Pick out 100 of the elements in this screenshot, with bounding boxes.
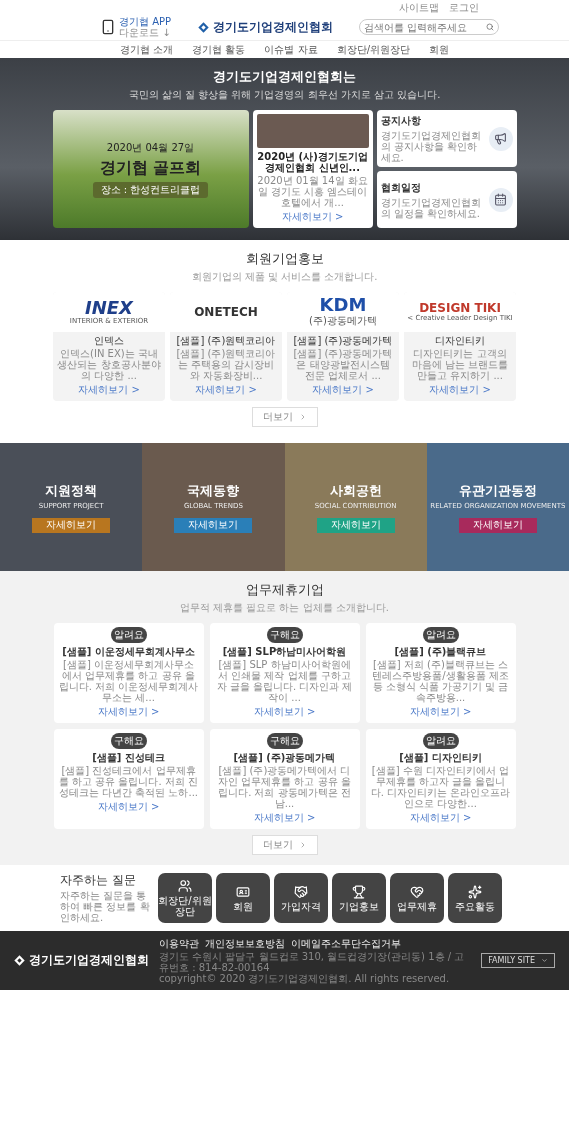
partner-title: [샘플] SLP하남미사어학원 (222, 646, 347, 657)
partner-title: [샘플] (주)블랙큐브 (394, 646, 487, 657)
banner-title: 경기협 골프회 (99, 157, 202, 179)
id-card-icon (236, 884, 250, 899)
category-badge: 구해요 (110, 733, 147, 749)
more-link[interactable]: 자세히보기 > (409, 705, 472, 719)
member-name: 인덱스 (93, 335, 125, 346)
member-card[interactable]: ONETECH [샘플] (주)원텍코리아 [샘플] (주)원텍코리아는 주택용의 감시장비와 자동화장비... 자세히보기 > (170, 292, 282, 401)
member-name: 디자인티키 (434, 335, 486, 346)
faq-tile[interactable]: 회원 (216, 873, 270, 923)
nav-item[interactable]: 회장단/위원장단 (336, 42, 411, 57)
detail-button[interactable]: 자세히보기 (174, 517, 253, 533)
quick-title: 협회일정 (380, 180, 422, 195)
partner-card[interactable]: 알려요 [샘플] 이운정세무회계사무소 [샘플] 이운정세무회계사무소에서 업무제휴를 하고 공유 올립니다. 저희 이운정세무회계사무소는 세... 자세히보기 > (53, 623, 204, 723)
more-link[interactable]: 자세히보기 > (429, 383, 491, 397)
member-name: [샘플] (주)원텍코리아 (175, 335, 277, 346)
footer-link[interactable]: 이용약관 (159, 937, 199, 951)
more-link[interactable]: 자세히보기 > (253, 705, 316, 719)
news-description: 2020년 01월 14일 화요일 경기도 시흥 엠스테이호텔에서 개... (256, 175, 369, 208)
more-button[interactable]: 더보기 (251, 835, 318, 855)
footer-link[interactable]: 개인정보보호방침 (205, 937, 285, 951)
category-badge: 구해요 (266, 733, 303, 749)
logo-mark-icon (14, 955, 25, 966)
hero-title: 경기도기업경제인협회는 (213, 68, 356, 86)
app-download[interactable]: 다운로드 ↓ (119, 27, 172, 38)
news-card[interactable]: 2020년 (사)경기도기업경제인협회 신년인... 2020년 01월 14일 화요일 경기도 시흥 엠스테이호텔에서 개... 자세히보기 > (252, 110, 373, 228)
partner-title: [샘플] (주)광동메가텍 (233, 752, 336, 763)
utility-link[interactable]: 로그인 (449, 2, 479, 14)
more-link[interactable]: 자세히보기 > (97, 800, 160, 814)
partner-description: [샘플] SLP 하남미사어학원에서 인쇄물 제작 업체를 구하고자 글을 올립니다. 디자인과 제작이 ... (215, 659, 354, 703)
quick-title: 공지사항 (380, 114, 422, 128)
partner-card[interactable]: 구해요 [샘플] 진성테크 [샘플] 진성테크에서 업무제휴를 하고 공유 올립니다. 저희 진성테크는 다년간 축적된 노하... 자세히보기 > (53, 729, 204, 829)
logo-mark-icon (197, 21, 209, 33)
faq-tile[interactable]: 기업홍보 (332, 873, 386, 923)
partner-title: [샘플] 진성테크 (92, 752, 165, 763)
quick-description: 경기도기업경제인협회의 일정을 확인하세요. (380, 196, 482, 219)
more-link[interactable]: 자세히보기 > (97, 705, 160, 719)
faq-tile[interactable]: 업무제휴 (390, 873, 444, 923)
event-banner[interactable]: 2020년 04월 27일 경기협 골프회 장소 : 한성컨트리클럽 (52, 110, 249, 228)
member-description: 디자인티키는 고객의 마음에 남는 브랜드를 만들고 유지하기 ... (410, 348, 510, 381)
partner-card[interactable]: 구해요 [샘플] SLP하남미사어학원 [샘플] SLP 하남미사어학원에서 인쇄물 제작 업체를 구하고자 글을 올립니다. 디자인과 제작이 ... 자세히보기 > (209, 623, 360, 723)
partner-card[interactable]: 알려요 [샘플] (주)블랙큐브 [샘플] 저희 (주)블랙큐브는 스텐레스주방용품/생활용품 제조 등 소형식 식품 가공기기 및 금속주방용... 자세히보기 > (365, 623, 516, 723)
company-logo: KDM (319, 296, 367, 314)
site-logo[interactable]: 경기도기업경제인협회 (212, 18, 333, 36)
detail-button[interactable]: 자세히보기 (458, 517, 537, 533)
news-title: 2020년 (사)경기도기업경제인협회 신년인... (256, 151, 369, 173)
partner-title: [샘플] 이운정세무회계사무소 (62, 646, 195, 657)
sparkles-icon (468, 884, 482, 899)
footer-link[interactable]: 이메일주소무단수집거부 (291, 937, 401, 951)
people-icon (178, 879, 192, 893)
quick-card[interactable]: 협회일정 경기도기업경제인협회의 일정을 확인하세요. (376, 171, 517, 228)
megaphone-icon (488, 126, 513, 151)
phone-icon (100, 19, 116, 35)
section-subtitle: 업무적 제휴를 필요로 하는 업체를 소개합니다. (179, 601, 390, 615)
more-link[interactable]: 자세히보기 > (409, 811, 472, 825)
category-title: 사회공헌 (329, 481, 382, 500)
member-name: [샘플] (주)광동메가텍 (292, 335, 394, 346)
heart-hands-icon (410, 884, 424, 899)
calendar-icon (488, 187, 513, 212)
logo-tagline: (주)광동메가텍 (309, 314, 377, 328)
more-link[interactable]: 자세히보기 > (281, 210, 344, 224)
more-link[interactable]: 자세히보기 > (78, 383, 140, 397)
utility-link[interactable]: 사이트맵 (399, 2, 439, 14)
detail-button[interactable]: 자세히보기 (32, 517, 111, 533)
partner-description: [샘플] 진성테크에서 업무제휴를 하고 공유 올립니다. 저희 진성테크는 다년간 축적된 노하... (58, 765, 199, 798)
company-logo: ONETECH (194, 306, 258, 318)
nav-item[interactable]: 경기협 활동 (192, 42, 246, 57)
faq-tile[interactable]: 가입자격 (274, 873, 328, 923)
partner-description: [샘플] 이운정세무회계사무소에서 업무제휴를 하고 공유 올립니다. 저희 이운정세무회계사무소는 세... (58, 659, 199, 703)
partner-card[interactable]: 알려요 [샘플] 디자인티키 [샘플] 수원 디자인티키에서 업무제휴를 하고자 글을 올립니다. 디자인티키는 온라인오프라인으로 다양한... 자세히보기 > (365, 729, 516, 829)
category-title: 지원정책 (45, 481, 98, 500)
app-title[interactable]: 경기협 APP (119, 16, 172, 27)
section-subtitle: 회원기업의 제품 및 서비스를 소개합니다. (191, 270, 378, 284)
search-icon[interactable] (486, 23, 494, 31)
more-link[interactable]: 자세히보기 > (195, 383, 257, 397)
faq-tile[interactable]: 주요활동 (448, 873, 502, 923)
nav-item[interactable]: 경기협 소개 (119, 42, 173, 57)
hero-subtitle: 국민의 삶의 질 향상을 위해 기업경영의 최우선 가치로 삼고 있습니다. (128, 88, 441, 102)
partner-card[interactable]: 구해요 [샘플] (주)광동메가텍 [샘플] (주)광동메가텍에서 디자인 업무제휴를 하고 공유 올립니다. 저희 광동메가텍은 전남... 자세히보기 > (209, 729, 360, 829)
faq-tile[interactable]: 회장단/위원장단 (158, 873, 212, 923)
nav-item[interactable]: 회원 (429, 42, 450, 57)
company-logo: INEX (85, 299, 133, 317)
faq-title: 자주하는 질문 (60, 873, 137, 888)
more-button[interactable]: 더보기 (251, 407, 318, 427)
handshake-icon (294, 884, 308, 899)
trophy-icon (352, 884, 366, 899)
quick-description: 경기도기업경제인협회의 공지사항을 확인하세요. (380, 130, 482, 163)
category-title: 국제동향 (187, 481, 240, 500)
member-card[interactable]: KDM (주)광동메가텍 [샘플] (주)광동메가텍 [샘플] (주)광동메가텍은 태양광발전시스템 전문 업체로서 ... 자세히보기 > (287, 292, 399, 401)
nav-item[interactable]: 이슈별 자료 (264, 42, 318, 57)
partner-description: [샘플] (주)광동메가텍에서 디자인 업무제휴를 하고 공유 올립니다. 저희 광동메가텍은 전남... (217, 765, 352, 809)
member-description: [샘플] (주)광동메가텍은 태양광발전시스템 전문 업체로서 ... (292, 348, 394, 381)
family-site-select[interactable]: FAMILY SITE (481, 953, 555, 968)
member-description: 인덱스(IN EX)는 국내 생산되는 창호공사분야의 다양한 ... (56, 348, 162, 381)
category-badge: 알려요 (422, 627, 459, 643)
more-link[interactable]: 자세히보기 > (312, 383, 374, 397)
partner-description: [샘플] 수원 디자인티키에서 업무제휴를 하고자 글을 올립니다. 디자인티키는 온라인오프라인으로 다양한... (370, 765, 511, 809)
more-link[interactable]: 자세히보기 > (253, 811, 316, 825)
quick-card[interactable]: 공지사항 경기도기업경제인협회의 공지사항을 확인하세요. (376, 110, 517, 167)
partner-description: [샘플] 저희 (주)블랙큐브는 스텐레스주방용품/생활용품 제조 등 소형식 식품 가공기기 및 금속주방용... (371, 659, 510, 703)
